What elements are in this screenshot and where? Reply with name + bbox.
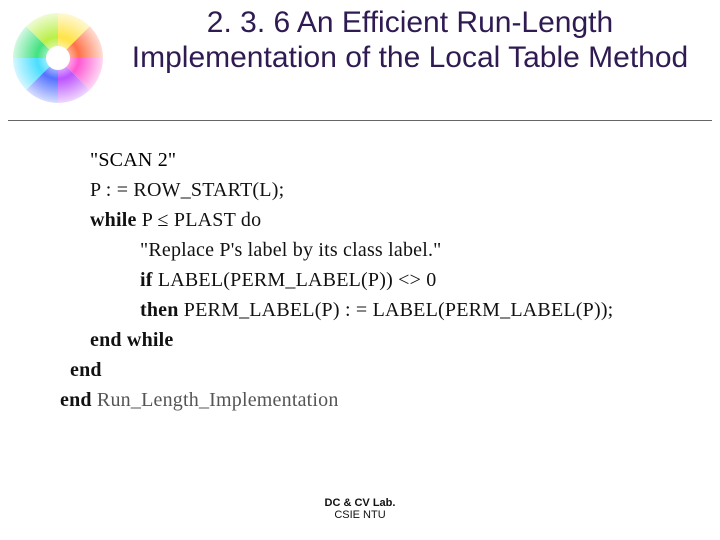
footer-org: CSIE NTU — [0, 509, 720, 522]
slide-title: 2. 3. 6 An Efficient Run-Length Implemen… — [120, 6, 700, 75]
pseudocode-block: "SCAN 2" P : = ROW_START(L); while P ≤ P… — [60, 145, 680, 415]
code-line-1: "SCAN 2" — [60, 145, 680, 175]
code-line-4: "Replace P's label by its class label." — [60, 235, 680, 265]
code-line-5: if LABEL(PERM_LABEL(P)) <> 0 — [60, 265, 680, 295]
code-line-7: end while — [60, 325, 680, 355]
title-underline — [8, 120, 712, 121]
code-line-2: P : = ROW_START(L); — [60, 175, 680, 205]
code-line-6: then PERM_LABEL(P) : = LABEL(PERM_LABEL(… — [60, 295, 680, 325]
code-line-8: end — [60, 355, 680, 385]
code-line-3: while P ≤ PLAST do — [60, 205, 680, 235]
footer: DC & CV Lab. CSIE NTU — [0, 497, 720, 522]
code-line-9: end Run_Length_Implementation — [60, 385, 680, 415]
slide: 2. 3. 6 An Efficient Run-Length Implemen… — [0, 0, 720, 540]
footer-lab: DC & CV Lab. — [0, 497, 720, 510]
color-wheel-icon — [8, 8, 108, 108]
